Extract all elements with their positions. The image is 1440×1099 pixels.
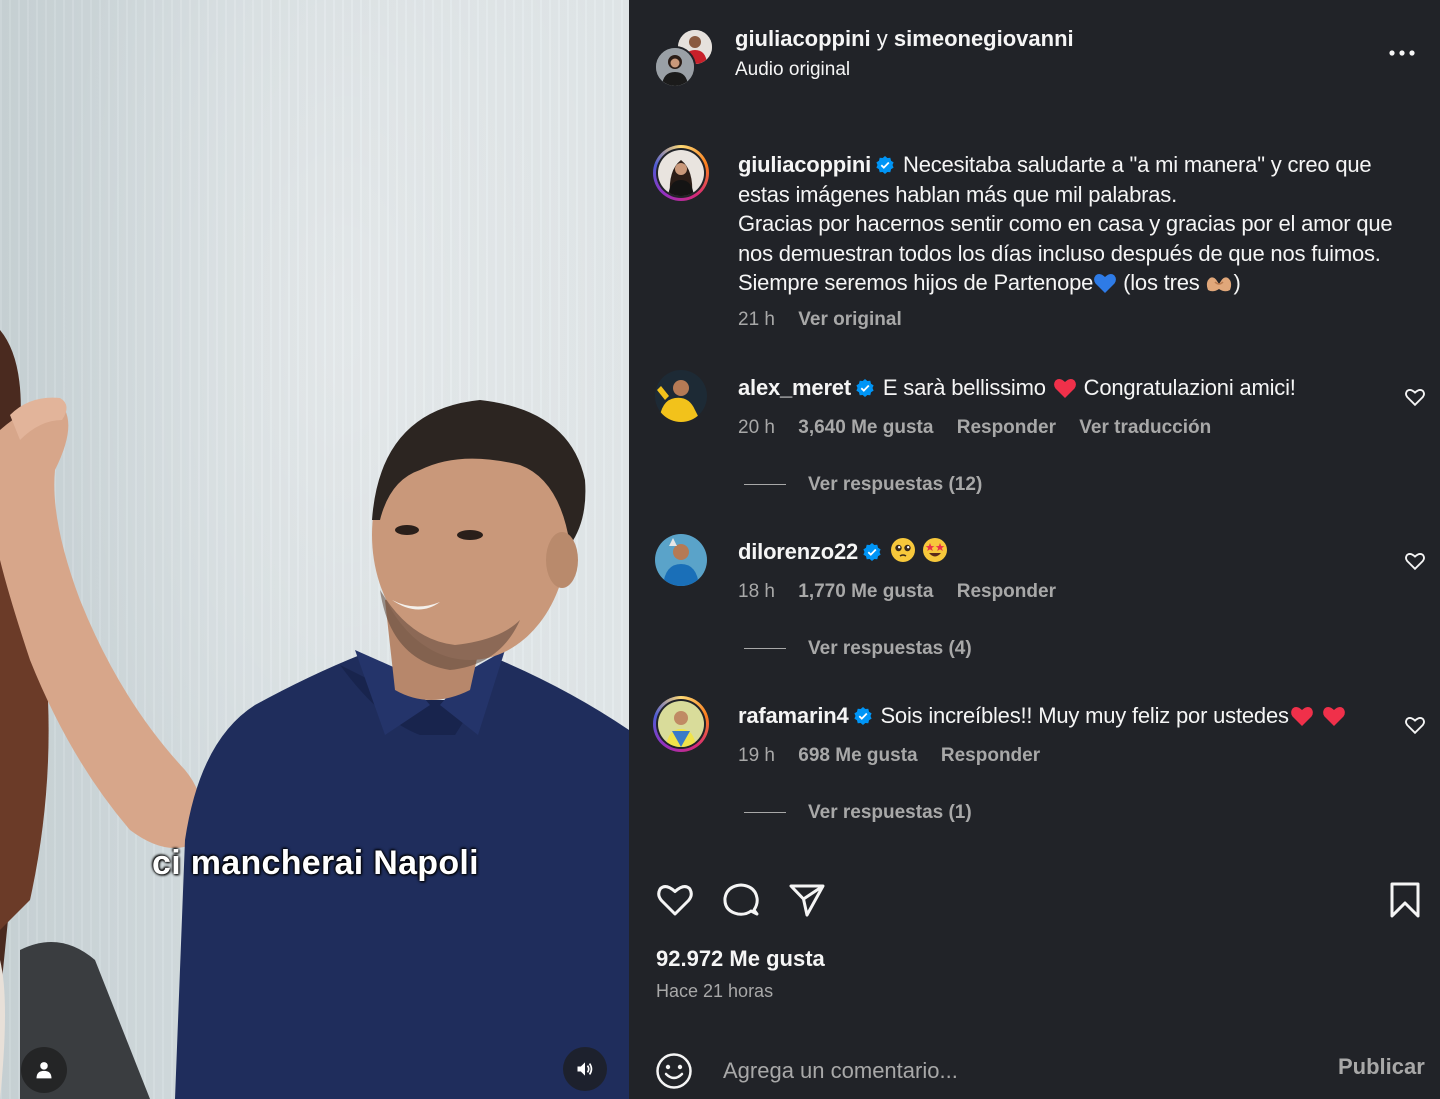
comment-text: dilorenzo22 — [738, 537, 1428, 567]
caption-text: giuliacoppini Necesitaba saludarte a "a … — [738, 150, 1428, 298]
verified-badge-icon — [863, 543, 881, 561]
like-comment-heart-icon[interactable] — [1404, 714, 1426, 736]
header-user2[interactable]: simeonegiovanni — [894, 26, 1074, 51]
save-bookmark-icon[interactable] — [1385, 880, 1425, 920]
comment-likes[interactable]: 698 Me gusta — [798, 745, 917, 766]
verified-badge-icon — [876, 156, 894, 174]
red-heart-emoji — [1290, 706, 1313, 726]
comment-bubble-icon[interactable] — [721, 880, 761, 920]
comment-meta: 20 h 3,640 Me gusta Responder Ver traduc… — [738, 417, 1229, 439]
comment-text-a: E sarà bellissimo — [882, 375, 1046, 400]
verified-badge-icon — [853, 707, 872, 725]
view-replies-button[interactable]: Ver respuestas (12) — [744, 474, 982, 496]
view-replies-button[interactable]: Ver respuestas (1) — [744, 802, 972, 824]
reply-button[interactable]: Responder — [957, 417, 1056, 438]
emoji-picker-icon[interactable] — [655, 1052, 693, 1090]
comment-text: rafamarin4 Sois increíbles!! Muy muy fel… — [738, 701, 1428, 731]
user-icon — [36, 1062, 52, 1079]
avatar-dilorenzo22[interactable] — [653, 532, 709, 588]
comment-username[interactable]: alex_meret — [738, 375, 851, 400]
header-user1[interactable]: giuliacoppini — [735, 26, 871, 51]
comment-likes[interactable]: 1,770 Me gusta — [798, 581, 933, 602]
caption-meta: 21 h Ver original — [738, 309, 920, 331]
comment-text: alex_meret E sarà bellissimo Congratulaz… — [738, 373, 1428, 403]
caption-line-3b: (los tres — [1123, 270, 1200, 295]
avatar-giuliacoppini[interactable] — [653, 145, 709, 201]
see-translation-link[interactable]: Ver traducción — [1079, 417, 1211, 438]
comment-input[interactable] — [721, 1054, 1285, 1088]
caption-line-3c: ) — [1233, 270, 1241, 295]
video-player[interactable]: ci mancherai Napoli — [0, 0, 629, 1099]
avatar-alex-meret[interactable] — [653, 368, 709, 424]
post-header: giuliacoppini y simeonegiovanni Audio or… — [629, 0, 1440, 110]
reply-button[interactable]: Responder — [941, 745, 1040, 766]
like-heart-icon[interactable] — [655, 880, 695, 920]
comment-text-b: Congratulazioni amici! — [1083, 375, 1296, 400]
caption-username[interactable]: giuliacoppini — [738, 152, 871, 177]
video-caption: ci mancherai Napoli — [152, 844, 479, 882]
blue-heart-emoji — [1094, 273, 1117, 293]
star-struck-emoji — [922, 538, 947, 562]
pleading-face-emoji — [890, 538, 915, 562]
red-heart-emoji — [1053, 378, 1076, 398]
comment-meta: 18 h 1,770 Me gusta Responder — [738, 581, 1074, 603]
view-replies-label: Ver respuestas (12) — [808, 474, 983, 495]
post-timestamp[interactable]: Hace 21 horas — [656, 981, 773, 1002]
like-comment-heart-icon[interactable] — [1404, 386, 1426, 408]
avatar-rafamarin4[interactable] — [653, 696, 709, 752]
collab-avatars[interactable] — [654, 28, 714, 88]
publish-button[interactable]: Publicar — [1338, 1054, 1425, 1080]
like-comment-heart-icon[interactable] — [1404, 550, 1426, 572]
tagged-users-button[interactable] — [21, 1047, 67, 1093]
post-likes-count[interactable]: 92.972 Me gusta — [656, 946, 825, 972]
header-conjunction: y — [876, 26, 888, 51]
more-horizontal-icon[interactable] — [1387, 40, 1417, 66]
sound-toggle-button[interactable] — [563, 1047, 607, 1091]
comment-username[interactable]: rafamarin4 — [738, 703, 849, 728]
comment-username[interactable]: dilorenzo22 — [738, 539, 858, 564]
post-side-panel: giuliacoppini y simeonegiovanni Audio or… — [629, 0, 1440, 1099]
speaker-on-icon — [577, 1062, 593, 1076]
view-replies-button[interactable]: Ver respuestas (4) — [744, 638, 972, 660]
caption-time[interactable]: 21 h — [738, 309, 775, 330]
comment-meta: 19 h 698 Me gusta Responder — [738, 745, 1058, 767]
see-original-link[interactable]: Ver original — [798, 309, 901, 330]
audio-link[interactable]: Audio original — [735, 59, 850, 81]
comment-likes[interactable]: 3,640 Me gusta — [798, 417, 933, 438]
comment-text-a: Sois increíbles!! Muy muy feliz por uste… — [880, 703, 1289, 728]
comment-time[interactable]: 19 h — [738, 745, 775, 766]
video-frame — [0, 330, 629, 1099]
caption-line-2: Gracias por hacernos sentir como en casa… — [738, 211, 1393, 266]
reply-button[interactable]: Responder — [957, 581, 1056, 602]
red-heart-emoji — [1322, 706, 1345, 726]
caption-line-3: Siempre seremos hijos de Partenope — [738, 270, 1094, 295]
comment-composer: Publicar — [629, 1040, 1440, 1099]
comment-time[interactable]: 18 h — [738, 581, 775, 602]
collab-usernames: giuliacoppini y simeonegiovanni — [735, 26, 1074, 52]
heart-hands-emoji — [1207, 277, 1232, 292]
avatar-giuliacoppini-small[interactable] — [654, 46, 696, 88]
view-replies-label: Ver respuestas (1) — [808, 802, 972, 823]
share-paper-plane-icon[interactable] — [787, 880, 827, 920]
comment-time[interactable]: 20 h — [738, 417, 775, 438]
view-replies-label: Ver respuestas (4) — [808, 638, 972, 659]
verified-badge-icon — [856, 379, 874, 397]
post-action-bar — [629, 870, 1440, 930]
